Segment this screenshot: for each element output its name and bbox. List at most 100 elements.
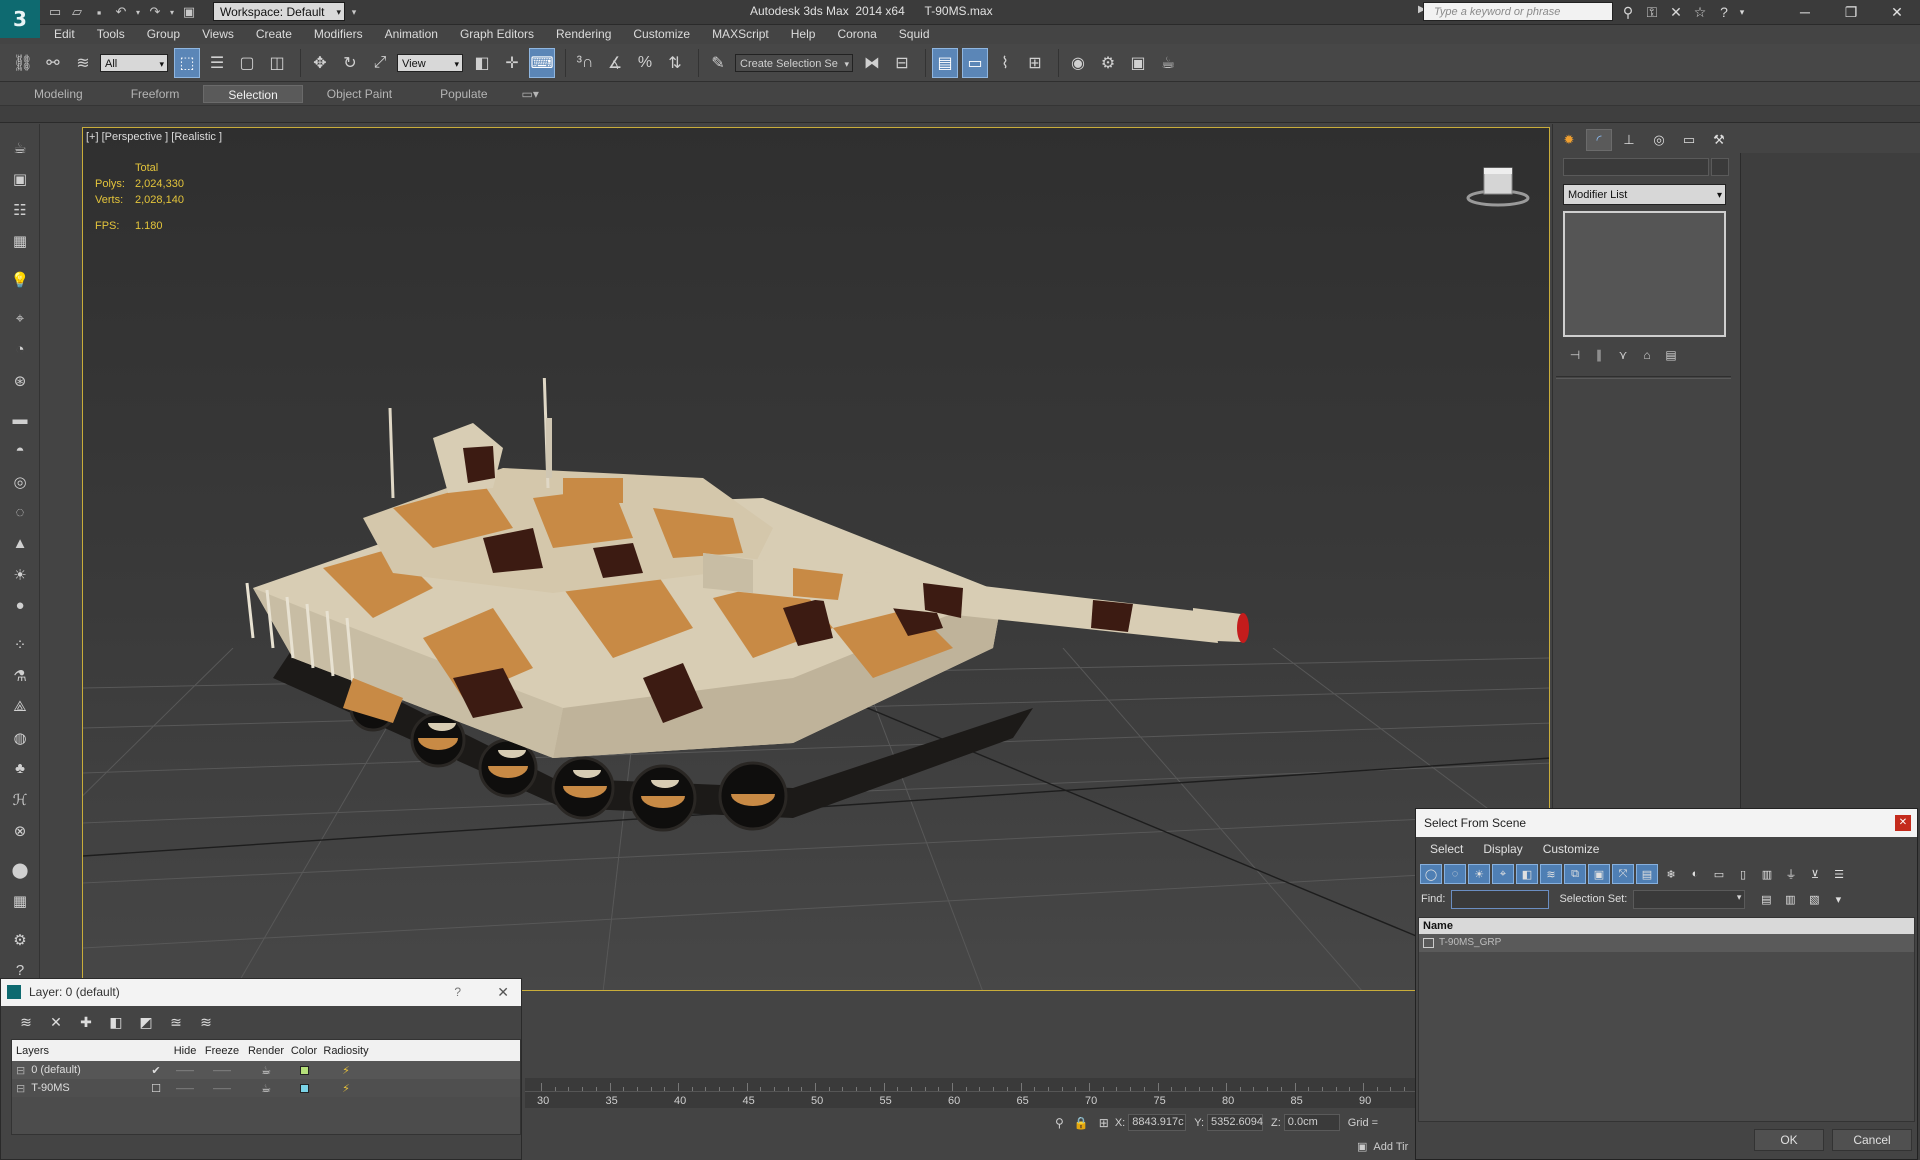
make-unique-icon[interactable]: ⋎: [1611, 345, 1635, 365]
layer-row[interactable]: ⊟ T-90MS ☐ —— —— ☕ ⚡: [12, 1079, 520, 1097]
select-from-scene-titlebar[interactable]: Select From Scene ✕: [1416, 809, 1917, 837]
restore-button[interactable]: ❐: [1828, 0, 1874, 24]
menu-customize[interactable]: Customize: [633, 25, 690, 44]
select-children-icon[interactable]: ☰: [1828, 864, 1850, 884]
percent-snap-icon[interactable]: %: [632, 48, 658, 78]
add-time-tag[interactable]: ▣ Add Tir: [1357, 1140, 1408, 1154]
select-object-icon[interactable]: ⬚: [174, 47, 200, 78]
spinner-snap-icon[interactable]: ⇅: [662, 48, 688, 78]
edit-named-selection-icon[interactable]: ✎: [705, 48, 731, 78]
bind-space-warp-icon[interactable]: ≋: [70, 48, 96, 78]
menu-select[interactable]: Select: [1430, 842, 1463, 856]
hide-toggle[interactable]: ——: [170, 1079, 200, 1097]
menu-display[interactable]: Display: [1483, 842, 1522, 856]
display-bones-icon[interactable]: ⤧: [1612, 864, 1634, 884]
project-folder-icon[interactable]: ▣: [178, 2, 200, 22]
display-hidden-icon[interactable]: ◐: [1684, 864, 1706, 884]
display-cameras-icon[interactable]: ⌖: [1492, 864, 1514, 884]
tab-object-paint[interactable]: Object Paint: [303, 85, 416, 103]
material-editor-icon[interactable]: ◉: [1065, 48, 1091, 78]
schematic-view-icon[interactable]: ⊞: [1022, 48, 1048, 78]
menu-views[interactable]: Views: [202, 25, 234, 44]
add-to-layer-icon[interactable]: ✚: [71, 1011, 101, 1033]
layer-row[interactable]: ⊟ 0 (default) ✔ —— —— ☕ ⚡: [12, 1061, 520, 1079]
add-to-selection-set-icon[interactable]: ▥: [1779, 889, 1801, 909]
ribbon-minimize-icon[interactable]: ▭▾: [512, 85, 549, 103]
freeze-all-icon[interactable]: ≋: [191, 1011, 221, 1033]
plant-icon[interactable]: ♣: [0, 753, 40, 784]
select-all-icon[interactable]: ⏚: [1780, 864, 1802, 884]
remove-from-selection-set-icon[interactable]: ▧: [1803, 889, 1825, 909]
material-sphere-icon[interactable]: ⬤: [0, 854, 40, 885]
help-icon[interactable]: ?: [1712, 1, 1736, 23]
app-logo[interactable]: 3: [0, 0, 40, 38]
options-dropdown-icon[interactable]: ▾: [1827, 889, 1849, 909]
hide-toggle[interactable]: ——: [170, 1061, 200, 1079]
snaps-toggle-icon[interactable]: ³∩: [572, 48, 598, 78]
list-header-name[interactable]: Name: [1419, 918, 1914, 934]
rendered-frame-window-icon[interactable]: ▣: [1125, 48, 1151, 78]
select-by-name-icon[interactable]: ☰: [204, 48, 230, 78]
list-icon[interactable]: ☷: [0, 194, 40, 225]
delete-layer-icon[interactable]: ✕: [41, 1011, 71, 1033]
modify-tab-icon[interactable]: ◜: [1586, 129, 1612, 151]
dynamics-icon[interactable]: ⚗: [0, 660, 40, 691]
display-geometry-icon[interactable]: ◯: [1420, 864, 1442, 884]
current-layer-checkbox[interactable]: ☐: [142, 1079, 170, 1097]
freeze-toggle[interactable]: ——: [200, 1061, 244, 1079]
menu-customize[interactable]: Customize: [1543, 842, 1600, 856]
display-groups-icon[interactable]: ⧉: [1564, 864, 1586, 884]
redo-icon[interactable]: ↷: [144, 2, 166, 22]
display-all-icon[interactable]: ▭: [1708, 864, 1730, 884]
render-setup-icon[interactable]: ⚙: [1095, 48, 1121, 78]
y-coordinate-field[interactable]: 5352.6094: [1207, 1114, 1264, 1131]
menu-modifiers[interactable]: Modifiers: [314, 25, 363, 44]
rectangular-selection-icon[interactable]: ▢: [234, 48, 260, 78]
key-icon[interactable]: ⚿: [1640, 1, 1664, 23]
tab-modeling[interactable]: Modeling: [10, 85, 107, 103]
freeze-toggle[interactable]: ——: [200, 1079, 244, 1097]
list-item[interactable]: T-90MS_GRP: [1419, 934, 1914, 952]
reference-coordinate-dropdown[interactable]: View ▾: [397, 53, 463, 72]
pin-icon[interactable]: ⚲: [1055, 1116, 1064, 1130]
hide-all-icon[interactable]: ≊: [161, 1011, 191, 1033]
display-invert-icon[interactable]: ▥: [1756, 864, 1778, 884]
col-layers[interactable]: Layers: [12, 1040, 142, 1061]
unlink-icon[interactable]: ⚯: [40, 48, 66, 78]
image-icon[interactable]: ▣: [0, 163, 40, 194]
x-coordinate-field[interactable]: 8843.917c: [1128, 1114, 1187, 1131]
sphere-gizmo-icon[interactable]: ●: [0, 590, 40, 621]
camera-icon[interactable]: ⌖: [0, 303, 40, 334]
current-layer-check-icon[interactable]: ✔: [142, 1061, 170, 1079]
selection-set-dropdown[interactable]: ▾: [1633, 889, 1746, 909]
modifier-list-dropdown[interactable]: Modifier List ▾: [1563, 184, 1726, 205]
col-freeze[interactable]: Freeze: [200, 1040, 244, 1061]
pivot-center-icon[interactable]: ◧: [469, 48, 495, 78]
tab-selection[interactable]: Selection: [203, 85, 303, 103]
menu-squid[interactable]: Squid: [899, 25, 930, 44]
col-hide[interactable]: Hide: [170, 1040, 200, 1061]
selection-filter-dropdown[interactable]: All ▾: [100, 53, 168, 72]
menu-graph-editors[interactable]: Graph Editors: [460, 25, 534, 44]
render-production-icon[interactable]: ☕: [1155, 48, 1181, 78]
grid-icon[interactable]: ▦: [0, 225, 40, 256]
object-color-swatch[interactable]: [1711, 158, 1729, 176]
link-icon[interactable]: ⛓: [10, 48, 36, 78]
redo-dropdown-icon[interactable]: ▾: [166, 2, 178, 22]
create-layer-icon[interactable]: ≋: [11, 1011, 41, 1033]
pin-stack-icon[interactable]: ⊣: [1563, 345, 1587, 365]
hemisphere-icon[interactable]: ◓: [0, 435, 40, 466]
save-file-icon[interactable]: ▪: [88, 2, 110, 22]
open-file-icon[interactable]: ▱: [66, 2, 88, 22]
binoculars-icon[interactable]: ⚲: [1616, 1, 1640, 23]
create-selection-set-icon[interactable]: ▤: [1755, 889, 1777, 909]
tab-populate[interactable]: Populate: [416, 85, 511, 103]
mirror-icon[interactable]: ⧓: [859, 48, 885, 78]
menu-group[interactable]: Group: [147, 25, 180, 44]
radiosity-icon[interactable]: ⚡: [320, 1061, 372, 1079]
viewport-label[interactable]: [+] [Perspective ] [Realistic ]: [86, 131, 222, 143]
cone-icon[interactable]: ▲: [0, 528, 40, 559]
star-icon[interactable]: ☆: [1688, 1, 1712, 23]
highlight-layer-icon[interactable]: ◩: [131, 1011, 161, 1033]
window-crossing-icon[interactable]: ◫: [264, 48, 290, 78]
